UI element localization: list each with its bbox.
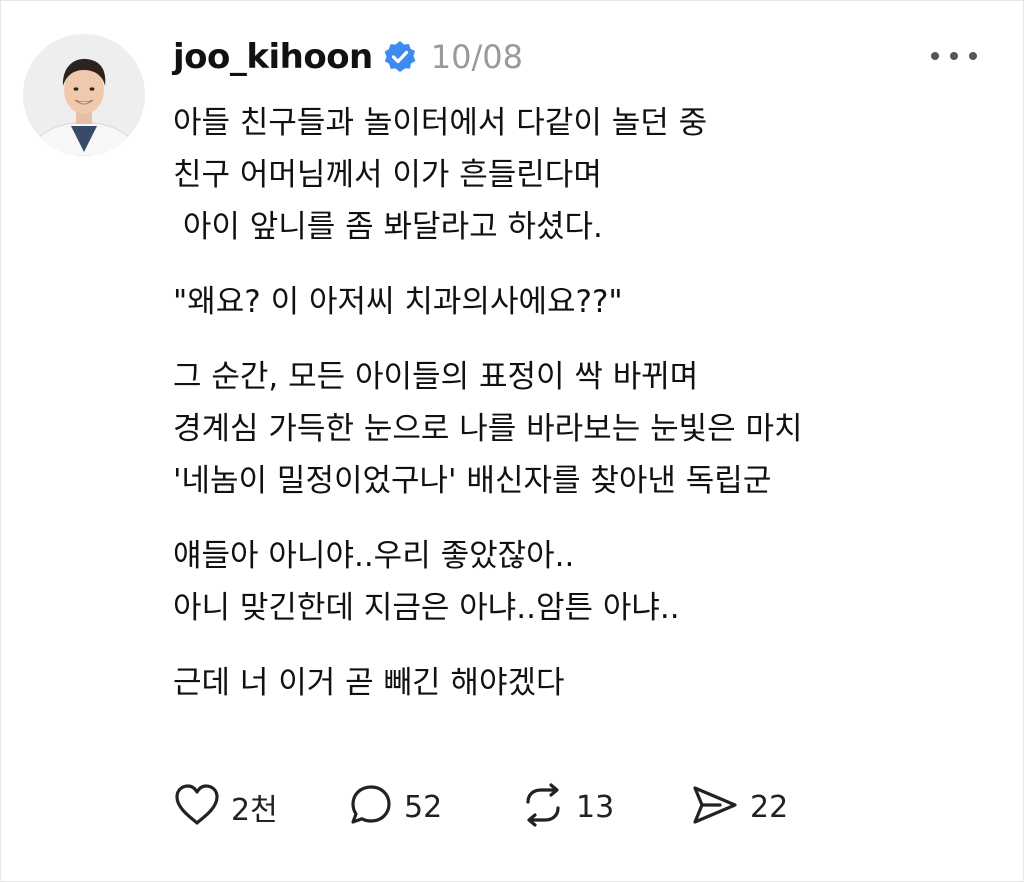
repost-button[interactable]: 13 (520, 782, 690, 832)
post-paragraph: 아들 친구들과 놀이터에서 다같이 놀던 중 친구 어머님께서 이가 흔들린다며… (173, 97, 993, 253)
post-text-line: 경계심 가득한 눈으로 나를 바라보는 눈빛은 마치 (173, 411, 803, 447)
reply-count: 52 (404, 789, 443, 825)
action-bar: 2천 52 13 22 (173, 781, 820, 833)
username[interactable]: joo_kihoon (173, 37, 373, 77)
post-paragraph: "왜요? 이 아저씨 치과의사에요??" (173, 276, 993, 328)
post-header: joo_kihoon 10/08 (173, 35, 523, 79)
comment-icon (348, 782, 394, 832)
post-text-line: 아들 친구들과 놀이터에서 다같이 놀던 중 (173, 105, 708, 141)
dot (931, 52, 939, 60)
share-button[interactable]: 22 (690, 783, 820, 831)
post-card: joo_kihoon 10/08 아들 친구들과 놀이터에서 다같이 놀던 중 … (0, 0, 1024, 882)
post-paragraph: 근데 너 이거 곧 빼긴 해야겠다 (173, 657, 993, 709)
like-count: 2천 (231, 793, 278, 828)
like-button[interactable]: 2천 (173, 783, 348, 831)
share-count: 22 (750, 789, 789, 825)
post-paragraph: 그 순간, 모든 아이들의 표정이 싹 바뀌며 경계심 가득한 눈으로 나를 바… (173, 351, 993, 507)
post-text-line: 그 순간, 모든 아이들의 표정이 싹 바뀌며 (173, 359, 699, 395)
post-text-line: 얘들아 아니야..우리 좋았잖아.. (173, 538, 575, 574)
send-icon (690, 783, 740, 831)
repost-icon (520, 782, 566, 832)
post-text-line: 친구 어머님께서 이가 흔들린다며 (173, 157, 602, 193)
heart-icon (173, 783, 221, 831)
repost-count: 13 (576, 789, 615, 825)
more-options-icon[interactable] (931, 41, 977, 71)
dot (950, 52, 958, 60)
post-text-line: 아이 앞니를 좀 봐달라고 하셨다. (173, 209, 603, 245)
post-text-line: 근데 너 이거 곧 빼긴 해야겠다 (173, 665, 565, 701)
post-text-line: "왜요? 이 아저씨 치과의사에요??" (173, 284, 623, 320)
avatar-image (23, 34, 145, 156)
post-text-line: '네놈이 밀정이었구나' 배신자를 찾아낸 독립군 (173, 463, 772, 499)
post-body: 아들 친구들과 놀이터에서 다같이 놀던 중 친구 어머님께서 이가 흔들린다며… (173, 97, 993, 732)
avatar[interactable] (23, 34, 145, 156)
dot (969, 52, 977, 60)
reply-button[interactable]: 52 (348, 782, 520, 832)
verified-badge-icon (383, 40, 417, 74)
post-timestamp: 10/08 (430, 38, 523, 76)
post-text-line: 아니 맞긴한데 지금은 아냐..암튼 아냐.. (173, 590, 680, 626)
post-paragraph: 얘들아 아니야..우리 좋았잖아.. 아니 맞긴한데 지금은 아냐..암튼 아냐… (173, 530, 993, 634)
